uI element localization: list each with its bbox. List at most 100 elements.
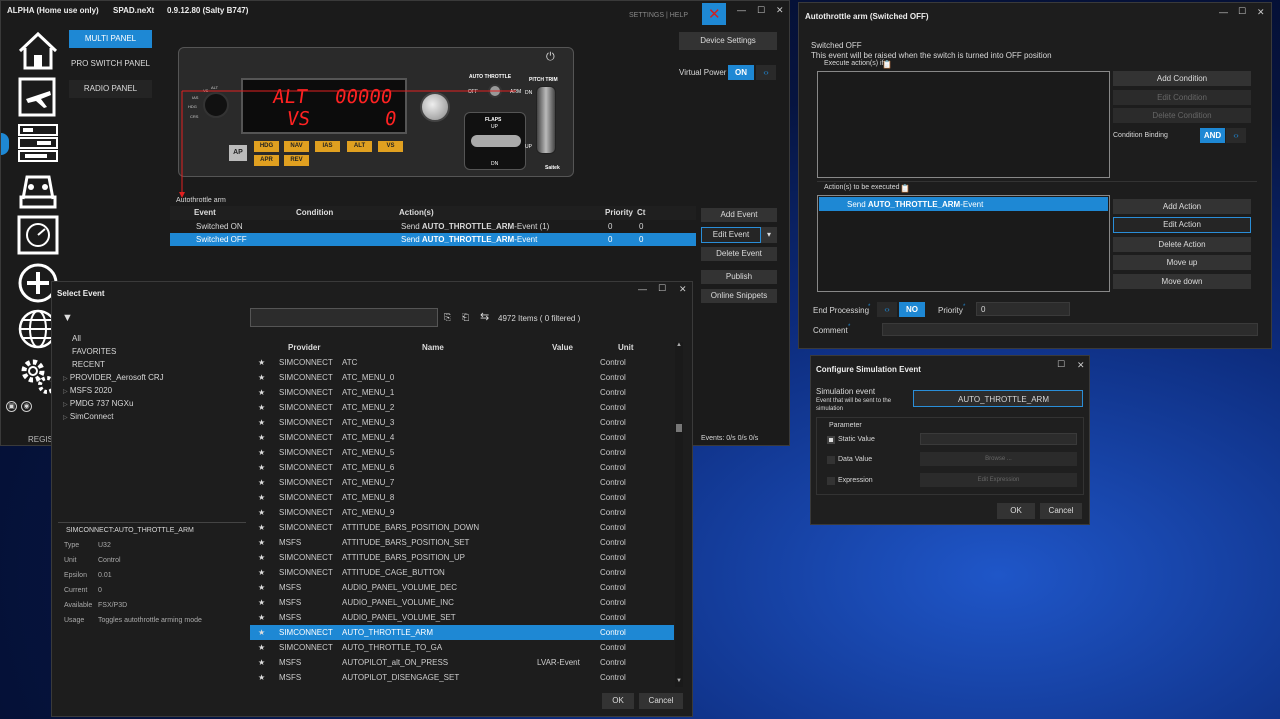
tab-radio-panel[interactable]: RADIO PANEL xyxy=(69,80,152,98)
binding-arrows-icon[interactable]: ‹› xyxy=(1226,128,1246,143)
tree-item[interactable]: RECENT xyxy=(72,360,105,369)
end-processing-arrows-icon[interactable]: ‹› xyxy=(877,302,897,317)
publish-button[interactable]: Publish xyxy=(701,270,777,284)
close-window-icon[interactable]: ✕ xyxy=(679,284,687,295)
event-row[interactable]: ★ SIMCONNECT ATC_MENU_6 Control xyxy=(250,460,674,475)
event-row[interactable]: ★ SIMCONNECT AUTO_THROTTLE_ARM Control xyxy=(250,625,674,640)
device-settings-button[interactable]: Device Settings xyxy=(679,32,777,50)
paste-icon[interactable]: ⎗ xyxy=(462,312,469,323)
col-condition[interactable]: Condition xyxy=(296,208,333,217)
action-item[interactable]: Send AUTO_THROTTLE_ARM-Event xyxy=(819,197,1108,211)
favorite-star-icon[interactable]: ★ xyxy=(258,358,265,367)
favorite-star-icon[interactable]: ★ xyxy=(258,658,265,667)
save-icon[interactable]: ▣ xyxy=(6,401,17,412)
clipboard-icon[interactable]: 📋 xyxy=(882,60,892,69)
delete-action-button[interactable]: Delete Action xyxy=(1113,237,1251,252)
browse-button[interactable]: Browse ... xyxy=(920,452,1077,466)
event-row[interactable]: ★ SIMCONNECT ATTITUDE_BARS_POSITION_DOWN Co… xyxy=(250,520,674,535)
event-row[interactable]: ★ MSFS AUDIO_PANEL_VOLUME_SET Control xyxy=(250,610,674,625)
tree-item[interactable]: ▷ MSFS 2020 xyxy=(63,386,112,395)
col-event[interactable]: Event xyxy=(194,208,216,217)
favorite-star-icon[interactable]: ★ xyxy=(258,478,265,487)
tree-item[interactable]: ▷ PMDG 737 NGXu xyxy=(63,399,133,408)
maximize-icon[interactable]: ☐ xyxy=(1057,359,1065,370)
favorite-star-icon[interactable]: ★ xyxy=(258,493,265,502)
maximize-icon[interactable]: ☐ xyxy=(658,283,666,294)
scroll-down-icon[interactable]: ▼ xyxy=(676,678,682,684)
config-ok-button[interactable]: OK xyxy=(997,503,1035,519)
add-action-button[interactable]: Add Action xyxy=(1113,199,1251,214)
col-priority[interactable]: Priority xyxy=(605,208,633,217)
home-icon[interactable] xyxy=(17,31,59,71)
edit-action-button[interactable]: Edit Action xyxy=(1113,217,1251,233)
close-button[interactable]: ✕ xyxy=(702,3,726,25)
event-row[interactable]: ★ SIMCONNECT ATC_MENU_1 Control xyxy=(250,385,674,400)
favorite-star-icon[interactable]: ★ xyxy=(258,523,265,532)
event-row[interactable]: ★ MSFS AUTOPILOT_DISENGAGE_SET Control xyxy=(250,670,674,685)
add-condition-button[interactable]: Add Condition xyxy=(1113,71,1251,86)
event-row[interactable]: ★ SIMCONNECT AUTO_THROTTLE_TO_GA Control xyxy=(250,640,674,655)
joystick-icon[interactable] xyxy=(17,169,59,209)
event-row[interactable]: ★ SIMCONNECT ATC_MENU_0 Control xyxy=(250,370,674,385)
favorite-star-icon[interactable]: ★ xyxy=(258,568,265,577)
event-row[interactable]: ★ SIMCONNECT ATTITUDE_BARS_POSITION_UP Cont… xyxy=(250,550,674,565)
edit-event-button[interactable]: Edit Event xyxy=(701,227,761,243)
copy-icon[interactable]: ⎘ xyxy=(444,312,451,323)
close-window-icon[interactable]: ✕ xyxy=(776,5,784,16)
close-window-icon[interactable]: ✕ xyxy=(1077,360,1085,371)
event-row[interactable]: ★ SIMCONNECT ATC_MENU_9 Control xyxy=(250,505,674,520)
event-row[interactable]: ★ SIMCONNECT ATC_MENU_3 Control xyxy=(250,415,674,430)
favorite-star-icon[interactable]: ★ xyxy=(258,553,265,562)
maximize-icon[interactable]: ☐ xyxy=(1238,6,1246,17)
favorite-star-icon[interactable]: ★ xyxy=(258,433,265,442)
favorite-star-icon[interactable]: ★ xyxy=(258,628,265,637)
favorite-star-icon[interactable]: ★ xyxy=(258,448,265,457)
comment-field[interactable] xyxy=(882,323,1258,336)
edit-condition-button[interactable]: Edit Condition xyxy=(1113,90,1251,105)
data-value-checkbox[interactable] xyxy=(827,456,835,464)
edit-event-dropdown-icon[interactable]: ▾ xyxy=(761,227,777,243)
edit-expression-button[interactable]: Edit Expression xyxy=(920,473,1077,487)
minimize-icon[interactable]: — xyxy=(737,5,746,15)
tab-pro-switch-panel[interactable]: PRO SWITCH PANEL xyxy=(69,55,152,73)
virtual-power-toggle[interactable]: ON xyxy=(728,65,754,80)
favorite-star-icon[interactable]: ★ xyxy=(258,673,265,682)
tree-item[interactable]: ▷ SimConnect xyxy=(63,412,113,421)
event-row[interactable]: ★ SIMCONNECT ATTITUDE_CAGE_BUTTON Control xyxy=(250,565,674,580)
event-row[interactable]: ★ SIMCONNECT ATC Control xyxy=(250,355,674,370)
event-row[interactable]: ★ MSFS ATTITUDE_BARS_POSITION_SET Control xyxy=(250,535,674,550)
minimize-icon[interactable]: — xyxy=(638,284,647,294)
favorite-star-icon[interactable]: ★ xyxy=(258,373,265,382)
expand-icon[interactable]: ▷ xyxy=(63,415,68,421)
search-input[interactable] xyxy=(250,308,438,327)
col-ct[interactable]: Ct xyxy=(637,208,645,217)
favorite-star-icon[interactable]: ★ xyxy=(258,538,265,547)
favorite-star-icon[interactable]: ★ xyxy=(258,583,265,592)
event-row[interactable]: ★ MSFS AUDIO_PANEL_VOLUME_INC Control xyxy=(250,595,674,610)
scroll-thumb[interactable] xyxy=(676,424,682,432)
clipboard-icon[interactable]: 📋 xyxy=(900,184,910,193)
minimize-icon[interactable]: — xyxy=(1219,7,1228,17)
event-row[interactable]: ★ SIMCONNECT ATC_MENU_7 Control xyxy=(250,475,674,490)
scrollbar[interactable]: ▲ ▼ xyxy=(675,342,683,687)
expand-icon[interactable]: ▷ xyxy=(63,402,68,408)
favorite-star-icon[interactable]: ★ xyxy=(258,508,265,517)
event-row[interactable]: ★ MSFS AUDIO_PANEL_VOLUME_DEC Control xyxy=(250,580,674,595)
refresh-icon[interactable]: ⇆ xyxy=(480,310,489,323)
col-value[interactable]: Value xyxy=(552,343,573,352)
expression-checkbox[interactable] xyxy=(827,477,835,485)
expand-icon[interactable]: ▷ xyxy=(63,389,68,395)
favorite-star-icon[interactable]: ★ xyxy=(258,643,265,652)
table-row[interactable]: Switched OFF Send AUTO_THROTTLE_ARM-Even… xyxy=(170,233,696,246)
pitch-trim-wheel[interactable] xyxy=(536,86,556,154)
priority-field[interactable]: 0 xyxy=(976,302,1070,316)
conditions-list[interactable] xyxy=(817,71,1110,178)
filter-icon[interactable]: ▼ xyxy=(62,312,73,324)
scroll-up-icon[interactable]: ▲ xyxy=(676,342,682,348)
add-event-button[interactable]: Add Event xyxy=(701,208,777,222)
table-row[interactable]: Switched ON Send AUTO_THROTTLE_ARM-Event… xyxy=(170,220,696,233)
config-cancel-button[interactable]: Cancel xyxy=(1040,503,1082,519)
static-value-radio[interactable] xyxy=(827,436,835,444)
event-row[interactable]: ★ SIMCONNECT ATC_MENU_5 Control xyxy=(250,445,674,460)
event-row[interactable]: ★ SIMCONNECT ATC_MENU_2 Control xyxy=(250,400,674,415)
